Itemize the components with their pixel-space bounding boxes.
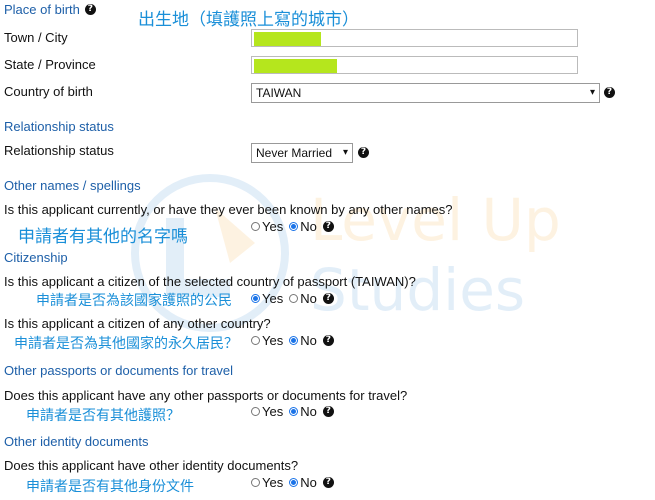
question-circle-icon[interactable]: ? — [322, 221, 334, 232]
yes-label: Yes — [262, 404, 284, 419]
town-city-label: Town / City — [4, 30, 68, 45]
other-names-radio-group: Yes No ? — [251, 219, 334, 234]
no-label: No — [300, 219, 317, 234]
yes-label: Yes — [262, 333, 284, 348]
radio-yes[interactable] — [251, 478, 260, 487]
country-of-birth-select[interactable]: TAIWAN ▾ — [251, 83, 600, 103]
annotation-citizenship-2: 申請者是否為其他國家的永久居民？ — [14, 335, 238, 351]
watermark-text-line1: Level Up — [310, 186, 561, 254]
radio-no[interactable] — [289, 478, 299, 487]
yes-label: Yes — [262, 291, 284, 306]
citizenship-1-radio-group: Yes No ? — [251, 291, 334, 306]
logo-mark-icon — [131, 174, 289, 332]
chevron-down-icon: ▾ — [342, 147, 348, 158]
annotation-place-of-birth: 出生地（填護照上寫的城市） — [138, 10, 359, 29]
question-circle-icon[interactable]: ? — [358, 147, 369, 158]
citizenship-2-radio-group: Yes No ? — [251, 333, 334, 348]
section-title-other-names: Other names / spellings — [4, 178, 141, 193]
country-of-birth-label: Country of birth — [4, 84, 93, 99]
other-passports-radio-group: Yes No ? — [251, 404, 334, 419]
question-circle-icon[interactable]: ? — [322, 293, 334, 304]
redaction-highlight — [254, 59, 337, 73]
radio-yes[interactable] — [251, 294, 260, 303]
annotation-identity-documents: 申請者是否有其他身份文件 — [26, 478, 194, 494]
question-circle-icon[interactable]: ? — [322, 406, 334, 417]
question-circle-icon[interactable]: ? — [322, 335, 334, 346]
watermark-logo: Level Up Studies — [120, 168, 561, 338]
no-label: No — [300, 404, 317, 419]
question-circle-icon[interactable]: ? — [322, 477, 334, 488]
radio-no[interactable] — [289, 336, 299, 345]
other-passports-yes-option[interactable]: Yes — [251, 404, 283, 419]
other-names-question: Is this applicant currently, or have the… — [4, 202, 453, 217]
radio-yes[interactable] — [251, 407, 260, 416]
section-title-other-passports: Other passports or documents for travel — [4, 363, 234, 378]
country-of-birth-value: TAIWAN — [256, 86, 302, 100]
yes-label: Yes — [262, 219, 284, 234]
citizenship-question-1: Is this applicant a citizen of the selec… — [4, 274, 416, 289]
chevron-down-icon: ▾ — [589, 87, 595, 98]
no-label: No — [300, 475, 317, 490]
state-province-input[interactable] — [251, 56, 578, 74]
annotation-citizenship-1: 申請者是否為該國家護照的公民 — [36, 292, 232, 308]
town-city-input[interactable] — [251, 29, 578, 47]
other-names-no-option[interactable]: No — [289, 219, 317, 234]
citizenship-2-no-option[interactable]: No — [289, 333, 317, 348]
yes-label: Yes — [262, 475, 284, 490]
question-circle-icon[interactable]: ? — [84, 4, 96, 15]
radio-no[interactable] — [289, 294, 299, 303]
place-of-birth-section: Place of birth ? — [4, 2, 96, 17]
citizenship-1-yes-option[interactable]: Yes — [251, 291, 283, 306]
redaction-highlight — [254, 32, 321, 46]
citizenship-2-yes-option[interactable]: Yes — [251, 333, 283, 348]
identity-documents-radio-group: Yes No ? — [251, 475, 334, 490]
other-names-yes-option[interactable]: Yes — [251, 219, 283, 234]
question-circle-icon[interactable]: ? — [604, 87, 615, 98]
other-passports-no-option[interactable]: No — [289, 404, 317, 419]
state-province-label: State / Province — [4, 57, 96, 72]
no-label: No — [300, 291, 317, 306]
radio-yes[interactable] — [251, 336, 260, 345]
relationship-status-select[interactable]: Never Married ▾ — [251, 143, 353, 163]
annotation-other-names: 申請者有其他的名字嗎 — [18, 227, 188, 246]
radio-no[interactable] — [289, 407, 299, 416]
relationship-status-label: Relationship status — [4, 143, 114, 158]
identity-documents-yes-option[interactable]: Yes — [251, 475, 283, 490]
no-label: No — [300, 333, 317, 348]
radio-no[interactable] — [289, 222, 299, 231]
watermark-text-line2: Studies — [310, 256, 526, 324]
annotation-other-passports: 申請者是否有其他護照？ — [26, 407, 180, 423]
radio-yes[interactable] — [251, 222, 260, 231]
section-title-citizenship: Citizenship — [4, 250, 68, 265]
relationship-status-value: Never Married — [256, 146, 333, 160]
section-title-identity-documents: Other identity documents — [4, 434, 149, 449]
other-passports-question: Does this applicant have any other passp… — [4, 388, 408, 403]
citizenship-question-2: Is this applicant a citizen of any other… — [4, 316, 271, 331]
section-title-relationship: Relationship status — [4, 119, 114, 134]
identity-documents-question: Does this applicant have other identity … — [4, 458, 299, 473]
citizenship-1-no-option[interactable]: No — [289, 291, 317, 306]
section-title-place-of-birth: Place of birth — [4, 2, 80, 17]
identity-documents-no-option[interactable]: No — [289, 475, 317, 490]
